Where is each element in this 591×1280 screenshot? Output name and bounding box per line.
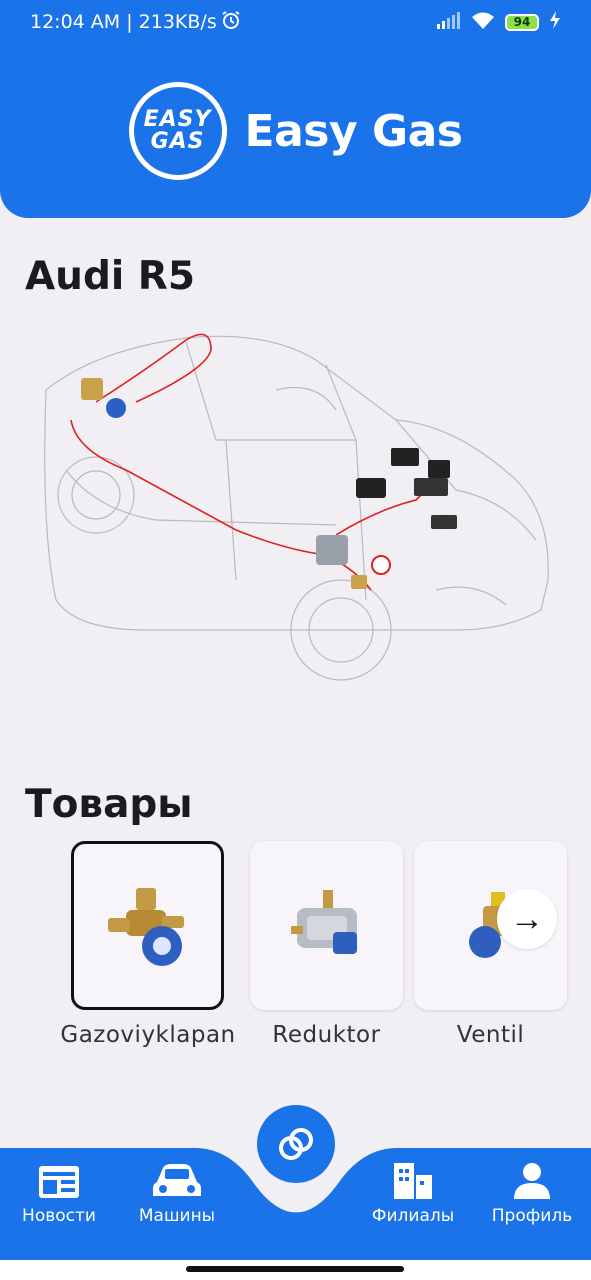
nav-item-cars[interactable]: Машины [127, 1160, 227, 1226]
nav-item-news[interactable]: Новости [9, 1160, 109, 1226]
easy-gas-logo: EASY GAS [128, 82, 227, 180]
signal-icon [437, 11, 461, 34]
wifi-icon [471, 11, 495, 34]
app-header: EASY GAS Easy Gas [0, 44, 591, 218]
charging-icon [549, 10, 561, 34]
person-icon [482, 1160, 582, 1202]
gas-valve-image [107, 887, 184, 966]
car-title: Audi R5 [25, 254, 195, 299]
product-card-reduktor[interactable] [250, 841, 403, 1010]
product-label: Ventil [456, 1022, 525, 1048]
products-title: Товары [25, 782, 193, 827]
status-time: 12:04 AM | 213KB/s [30, 11, 217, 33]
products-next-button[interactable]: → [497, 889, 557, 949]
nav-label: Филиалы [371, 1206, 455, 1226]
product-label: Reduktor [272, 1022, 381, 1048]
nav-label: Профиль [491, 1206, 573, 1226]
logo-top-text: EASY [143, 107, 212, 132]
newspaper-icon [9, 1160, 109, 1202]
app-title: Easy Gas [244, 105, 463, 157]
car-gas-system-diagram [44, 333, 549, 681]
nav-label: Новости [22, 1206, 96, 1226]
battery-icon: 94 [505, 13, 539, 31]
nav-item-profile[interactable]: Профиль [482, 1160, 582, 1226]
reducer-image [290, 889, 357, 954]
nav-label: Машины [138, 1206, 216, 1226]
product-card-gazoviyklapan[interactable] [71, 841, 224, 1010]
center-link-button[interactable] [257, 1105, 335, 1183]
car-icon [127, 1160, 227, 1202]
status-left: 12:04 AM | 213KB/s [30, 10, 241, 35]
building-icon [363, 1160, 463, 1202]
status-bar: 12:04 AM | 213KB/s 94 [0, 0, 591, 44]
status-right: 94 [437, 10, 561, 34]
rings-icon [279, 1128, 313, 1160]
nav-item-branches[interactable]: Филиалы [363, 1160, 463, 1226]
logo-bottom-text: GAS [150, 129, 205, 154]
product-label: Gazoviyklapan [60, 1022, 236, 1048]
alarm-icon [221, 10, 241, 35]
home-gesture-handle[interactable] [186, 1266, 404, 1272]
